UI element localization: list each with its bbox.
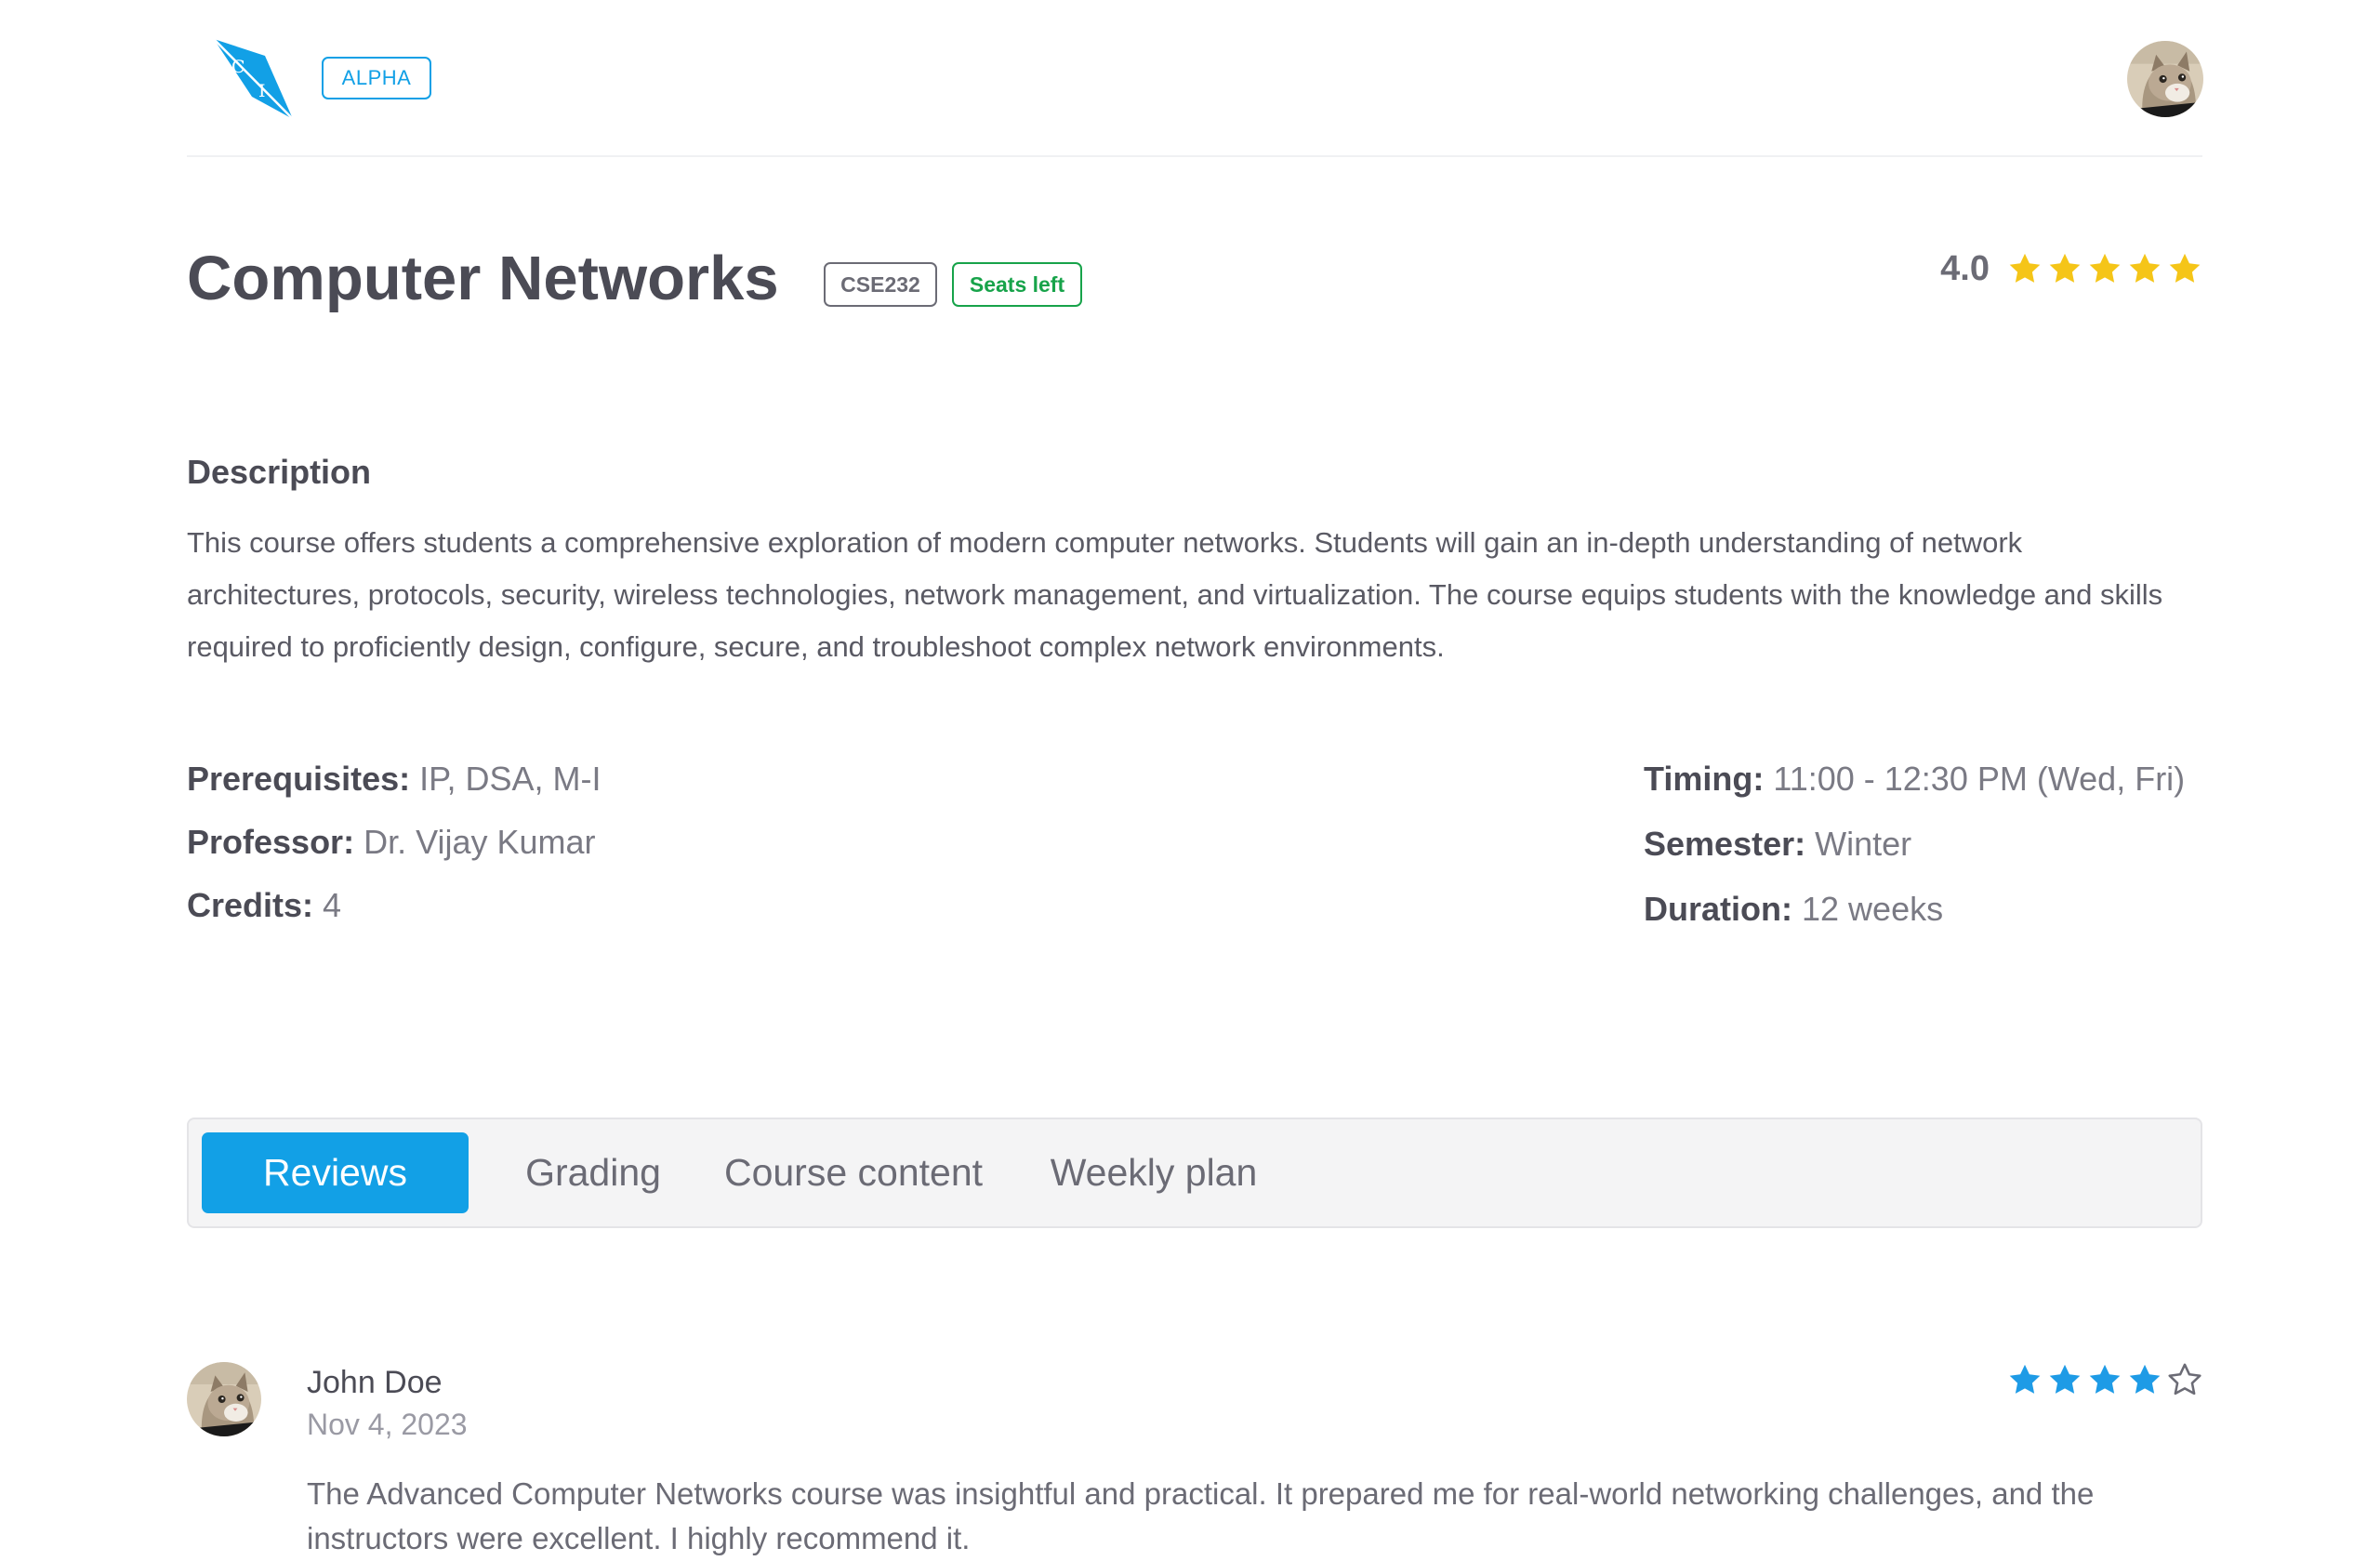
star-filled-icon (2127, 251, 2162, 286)
reviewer-avatar (187, 1362, 261, 1436)
info-value: 4 (323, 886, 342, 924)
info-professor: Professor: Dr. Vijay Kumar (187, 821, 602, 884)
review-rating-stars (2003, 1362, 2202, 1397)
course-title: Computer Networks (187, 244, 779, 313)
tab-course-content[interactable]: Course content (714, 1132, 993, 1213)
logo-letter-c: C (231, 57, 245, 77)
course-page: C I ALPHA Computer Networks CSE232 Seats… (187, 0, 2202, 1555)
info-value: 11:00 - 12:30 PM (Wed, Fri) (1773, 760, 2186, 798)
star-filled-icon (2127, 1362, 2162, 1397)
star-empty-icon (2167, 1362, 2202, 1397)
logo-letter-i: I (258, 81, 266, 101)
alpha-badge: ALPHA (322, 57, 431, 99)
tab-weekly-plan[interactable]: Weekly plan (1042, 1132, 1265, 1213)
course-info-left: Prerequisites: IP, DSA, M-I Professor: D… (187, 758, 602, 947)
star-filled-icon (2167, 251, 2202, 286)
info-label: Credits: (187, 886, 314, 924)
info-timing: Timing: 11:00 - 12:30 PM (Wed, Fri) (1644, 758, 2185, 823)
info-label: Prerequisites: (187, 760, 411, 798)
info-semester: Semester: Winter (1644, 823, 2185, 888)
star-filled-icon (2007, 251, 2043, 286)
seats-left-badge: Seats left (952, 262, 1082, 307)
info-label: Duration: (1644, 890, 1792, 928)
info-value: Winter (1815, 825, 1912, 863)
course-rating: 4.0 (1940, 245, 2202, 292)
star-filled-icon (2087, 1362, 2122, 1397)
top-header: C I ALPHA (187, 0, 2202, 157)
reviewer-name: John Doe (307, 1365, 443, 1400)
user-avatar[interactable] (2127, 41, 2203, 117)
info-value: Dr. Vijay Kumar (364, 823, 596, 861)
course-tabs: Reviews Grading Course content Weekly pl… (187, 1118, 2202, 1228)
info-value: 12 weeks (1802, 890, 1944, 928)
review-text: The Advanced Computer Networks course wa… (307, 1476, 2095, 1555)
rating-value: 4.0 (1940, 248, 1990, 288)
info-duration: Duration: 12 weeks (1644, 888, 2185, 953)
info-label: Timing: (1644, 760, 1765, 798)
star-filled-icon (2047, 1362, 2082, 1397)
star-filled-icon (2087, 251, 2122, 286)
tab-reviews[interactable]: Reviews (202, 1132, 469, 1213)
info-label: Professor: (187, 823, 355, 861)
info-label: Semester: (1644, 825, 1806, 863)
app-logo[interactable]: C I (211, 35, 295, 121)
info-prerequisites: Prerequisites: IP, DSA, M-I (187, 758, 602, 821)
description-text: This course offers students a comprehens… (187, 526, 2163, 663)
review-date: Nov 4, 2023 (307, 1408, 468, 1441)
tab-grading[interactable]: Grading (523, 1132, 663, 1213)
course-info-right: Timing: 11:00 - 12:30 PM (Wed, Fri) Seme… (1644, 758, 2185, 953)
course-code-badge: CSE232 (824, 262, 937, 307)
info-value: IP, DSA, M-I (419, 760, 602, 798)
star-filled-icon (2007, 1362, 2043, 1397)
description-heading: Description (187, 453, 372, 491)
star-filled-icon (2047, 251, 2082, 286)
course-rating-stars (2003, 251, 2202, 286)
info-credits: Credits: 4 (187, 884, 602, 947)
